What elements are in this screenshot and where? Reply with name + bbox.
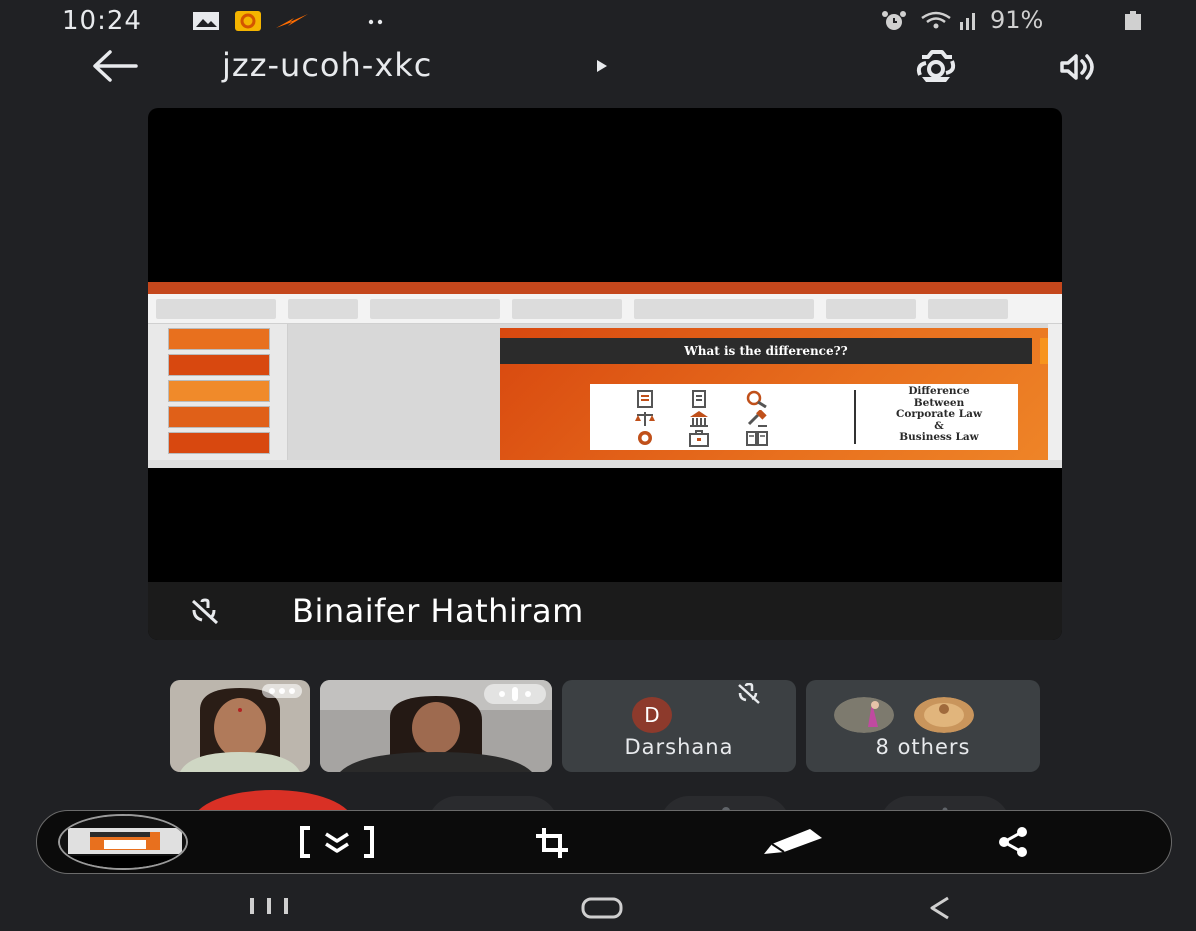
wifi-signal-icon bbox=[921, 11, 975, 30]
slide-title: What is the difference?? bbox=[684, 344, 848, 358]
scroll-capture-icon[interactable] bbox=[300, 826, 374, 858]
main-video-tile[interactable]: What is the difference?? Difference Betw… bbox=[148, 108, 1062, 640]
card-line: Business Law bbox=[899, 431, 979, 443]
flash-icon bbox=[276, 14, 308, 28]
caret-right-icon[interactable] bbox=[596, 59, 608, 73]
shared-screen: What is the difference?? Difference Betw… bbox=[148, 282, 1062, 468]
report-icon bbox=[692, 390, 706, 408]
audio-level-icon bbox=[484, 684, 546, 704]
badge-icon bbox=[638, 431, 652, 445]
status-bar: 10:24 91% bbox=[0, 0, 1196, 44]
courthouse-icon bbox=[690, 411, 708, 427]
battery-icon bbox=[1125, 11, 1141, 30]
meeting-code[interactable]: jzz-ucoh-xkc bbox=[222, 46, 432, 84]
share-icon[interactable] bbox=[998, 826, 1028, 858]
screenshot-preview[interactable] bbox=[58, 814, 188, 870]
card-line: Difference bbox=[908, 385, 970, 397]
battery-percent: 91% bbox=[990, 6, 1044, 34]
slide-thumbnails bbox=[148, 324, 288, 460]
slide-card: Difference Between Corporate Law & Busin… bbox=[590, 384, 1018, 450]
card-line: Corporate Law bbox=[896, 408, 982, 420]
alarm-icon bbox=[882, 11, 906, 30]
darshana-avatar: D bbox=[632, 697, 672, 733]
speaker-icon[interactable] bbox=[1058, 51, 1100, 83]
nav-back-icon[interactable] bbox=[926, 895, 954, 921]
status-time: 10:24 bbox=[62, 6, 142, 36]
switch-camera-icon[interactable] bbox=[914, 49, 958, 85]
draw-icon[interactable] bbox=[762, 826, 828, 856]
more-notifications-icon bbox=[368, 19, 383, 25]
recents-icon[interactable] bbox=[246, 897, 292, 915]
darshana-name: Darshana bbox=[624, 735, 734, 759]
document-icon bbox=[637, 390, 653, 408]
presenter-bar: Binaifer Hathiram bbox=[148, 582, 1062, 640]
back-arrow-icon[interactable] bbox=[90, 48, 140, 84]
others-label: 8 others bbox=[875, 735, 971, 759]
gallery-icon bbox=[193, 12, 219, 30]
mic-off-icon bbox=[738, 683, 760, 704]
participant-tile-camera[interactable] bbox=[320, 680, 552, 772]
book-icon bbox=[746, 431, 768, 446]
slide-card-divider bbox=[854, 390, 856, 444]
slide-card-text: Difference Between Corporate Law & Busin… bbox=[862, 385, 1016, 444]
others-avatar bbox=[834, 697, 894, 733]
more-options-icon[interactable] bbox=[262, 684, 302, 698]
ppt-statusbar bbox=[148, 460, 1062, 468]
others-avatar bbox=[914, 697, 974, 733]
slide: What is the difference?? Difference Betw… bbox=[500, 328, 1062, 460]
mic-off-icon bbox=[191, 598, 219, 625]
magnifier-icon bbox=[746, 390, 767, 408]
ppt-scrollbar bbox=[1048, 324, 1062, 460]
home-icon[interactable] bbox=[580, 896, 624, 920]
crop-icon[interactable] bbox=[534, 826, 570, 860]
presenter-name: Binaifer Hathiram bbox=[292, 592, 584, 630]
participant-tile-self[interactable] bbox=[170, 680, 310, 772]
ppt-titlebar bbox=[148, 282, 1062, 294]
briefcase-icon bbox=[689, 430, 709, 447]
slide-canvas: What is the difference?? Difference Betw… bbox=[288, 324, 1062, 460]
ppt-ribbon bbox=[148, 294, 1062, 324]
notification-app-icon bbox=[235, 11, 261, 31]
scales-icon bbox=[635, 412, 655, 426]
gavel-icon bbox=[747, 410, 767, 427]
